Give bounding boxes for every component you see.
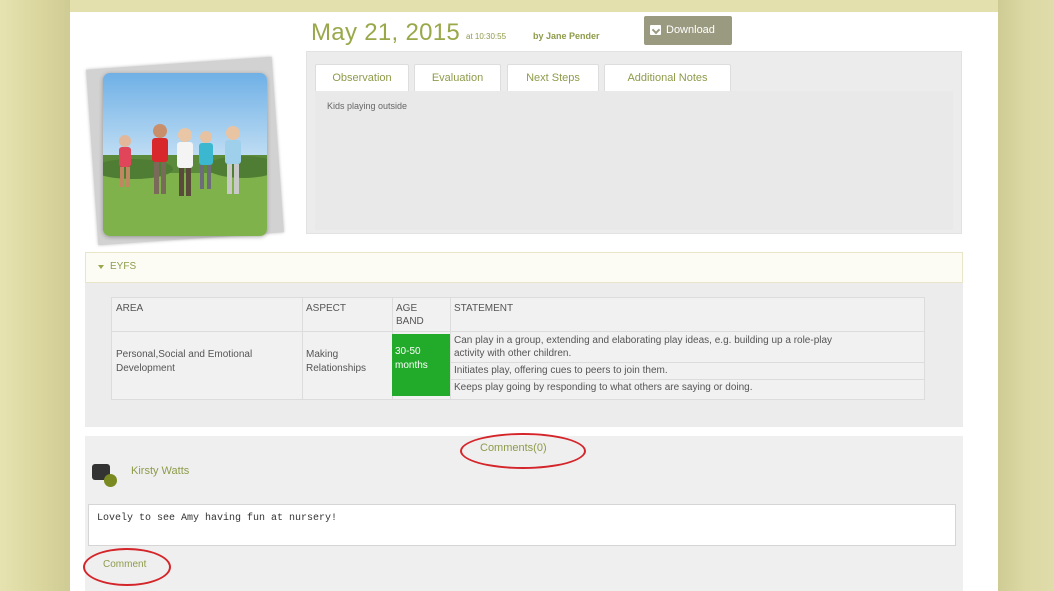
avatar <box>90 462 120 492</box>
table-divider <box>450 379 924 380</box>
table-divider <box>450 362 924 363</box>
observation-date: May 21, 2015 <box>311 19 461 46</box>
statement-line: Can play in a group, extending and elabo… <box>454 335 833 346</box>
header-age-band-line1: AGE <box>396 303 418 314</box>
age-band-badge: 30-50 months <box>392 334 450 396</box>
comment-button[interactable]: Comment <box>103 559 146 570</box>
cell-area-line1: Personal,Social and Emotional <box>116 349 253 360</box>
download-button[interactable]: Download <box>644 16 732 45</box>
comments-count-link[interactable]: Comments(0) <box>480 442 547 454</box>
background-frame-left <box>0 0 70 591</box>
statement-line: Keeps play going by responding to what o… <box>454 382 753 393</box>
tab-evaluation[interactable]: Evaluation <box>414 64 501 92</box>
statement-line: activity with other children. <box>454 348 572 359</box>
eyfs-table: AREA ASPECT AGE BAND STATEMENT Personal,… <box>111 297 925 400</box>
observation-tabs-panel: Observation Evaluation Next Steps Additi… <box>306 51 962 234</box>
band-line2: months <box>395 360 428 371</box>
header-age-band-line2: BAND <box>396 316 424 327</box>
background-frame-top <box>0 0 1054 12</box>
eyfs-section-header[interactable]: EYFS <box>85 252 963 283</box>
comments-section: Comments(0) Kirsty Watts Lovely to see A… <box>83 433 963 591</box>
table-divider <box>302 298 303 399</box>
observation-text: Kids playing outside <box>327 101 408 111</box>
header-area: AREA <box>116 303 144 314</box>
table-divider <box>112 331 924 332</box>
comment-input[interactable]: Lovely to see Amy having fun at nursery! <box>88 504 956 546</box>
background-frame-right <box>998 0 1054 591</box>
cell-area-line2: Development <box>116 363 175 374</box>
observation-time: at 10:30:55 <box>466 32 507 41</box>
tab-observation[interactable]: Observation <box>315 64 409 92</box>
eyfs-title: EYFS <box>110 261 137 272</box>
eyfs-section-body: AREA ASPECT AGE BAND STATEMENT Personal,… <box>85 283 963 427</box>
tab-additional-notes[interactable]: Additional Notes <box>604 64 731 92</box>
cell-aspect-line2: Relationships <box>306 363 367 374</box>
observation-author: by Jane Pender <box>533 31 600 41</box>
tab-content: Kids playing outside <box>315 91 953 230</box>
commenter-name: Kirsty Watts <box>131 465 190 477</box>
download-label: Download <box>666 24 715 36</box>
header-aspect: ASPECT <box>306 303 347 314</box>
children-running-image <box>103 73 267 236</box>
caret-down-icon <box>98 265 104 269</box>
observation-photo[interactable] <box>103 73 267 236</box>
band-line1: 30-50 <box>395 346 421 357</box>
tab-next-steps[interactable]: Next Steps <box>507 64 599 92</box>
observation-page: May 21, 2015 at 10:30:55 by Jane Pender … <box>70 12 998 591</box>
user-avatar-badge <box>104 474 117 487</box>
download-icon <box>650 25 661 35</box>
cell-aspect-line1: Making <box>306 349 339 360</box>
header-statement: STATEMENT <box>454 303 514 314</box>
table-divider <box>450 298 451 399</box>
statement-line: Initiates play, offering cues to peers t… <box>454 365 668 376</box>
